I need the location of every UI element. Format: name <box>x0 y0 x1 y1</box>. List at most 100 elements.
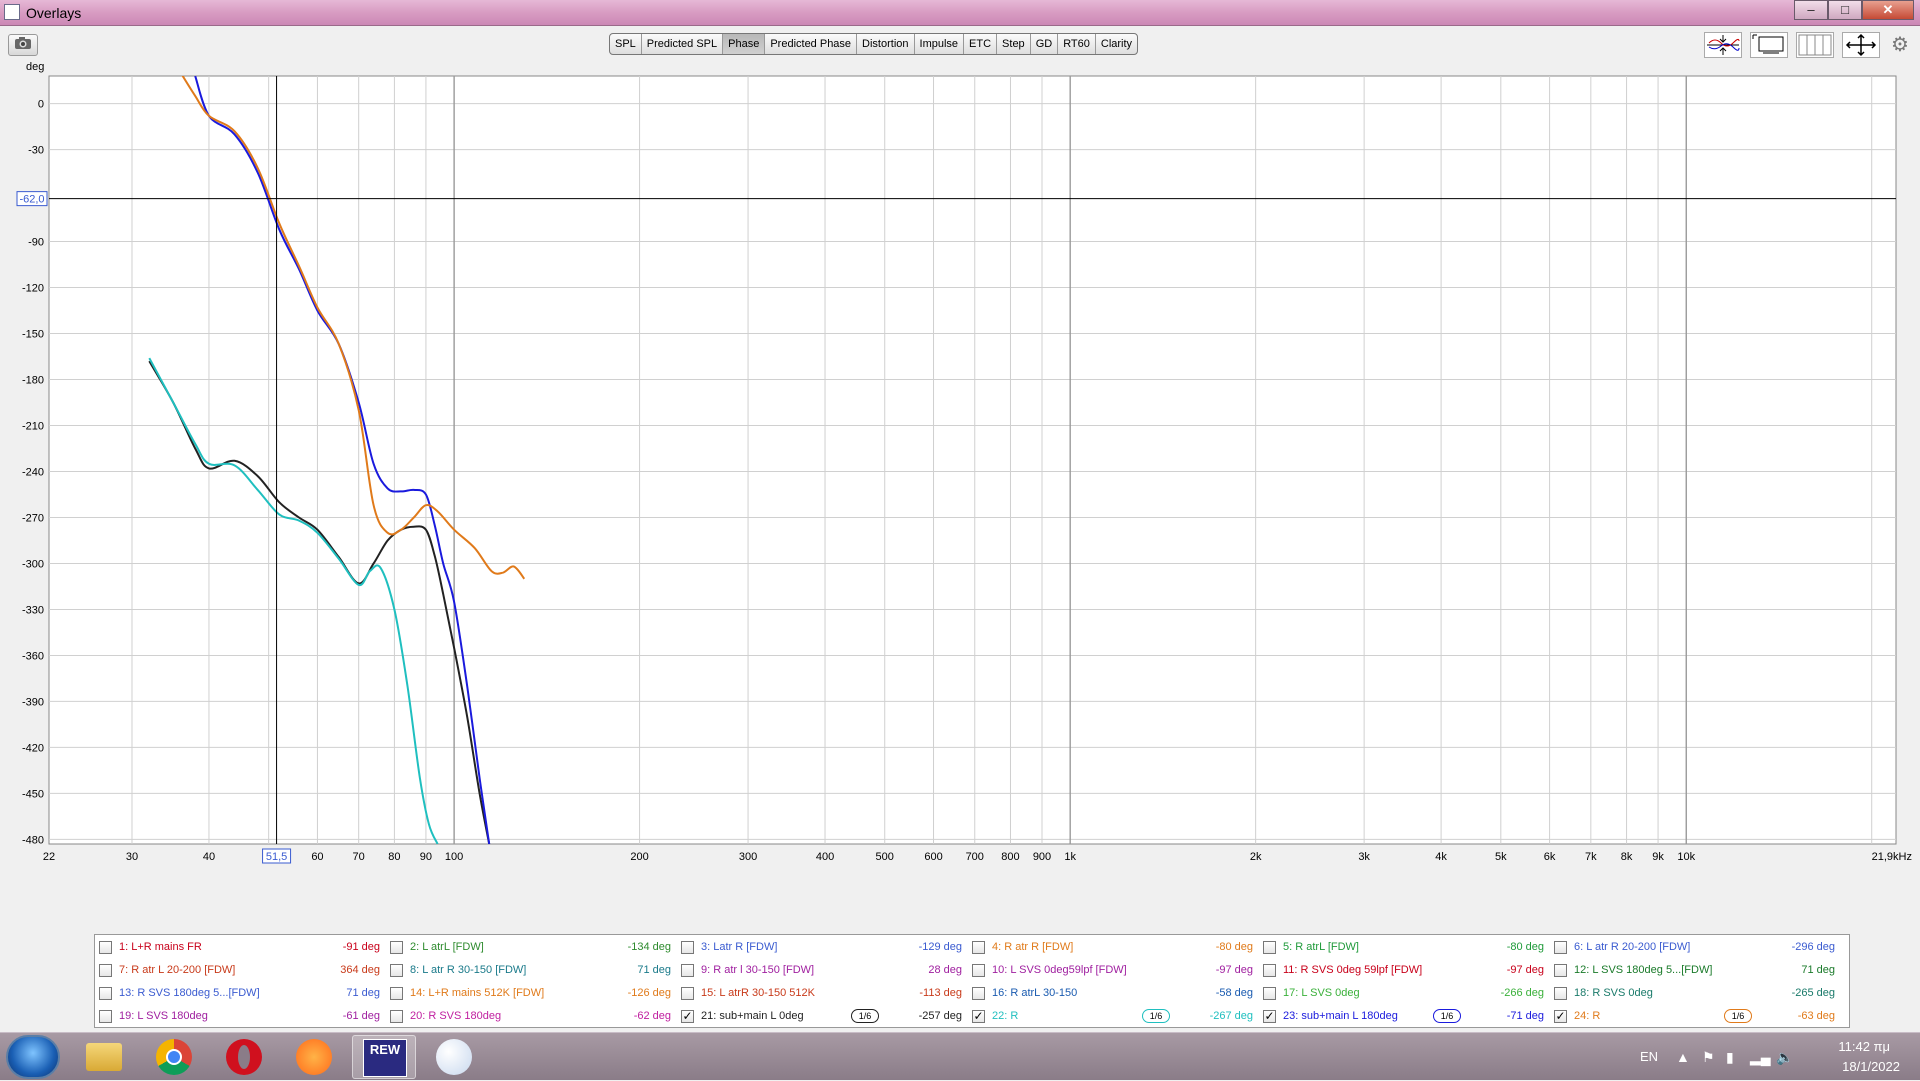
clock-time[interactable]: 11:42 πμ <box>1838 1039 1890 1054</box>
trace-checkbox[interactable] <box>390 987 403 1000</box>
trace-checkbox[interactable]: ✓ <box>681 1010 694 1023</box>
camera-icon[interactable] <box>8 34 38 56</box>
trace-value: 71 deg <box>346 987 380 999</box>
legend-item-24: ✓ 24: R 1/6 -63 deg <box>1550 1006 1841 1028</box>
fit-arrows-icon[interactable] <box>1842 32 1880 58</box>
app-icon <box>4 4 20 20</box>
windows-start-icon[interactable] <box>6 1035 60 1079</box>
tab-gd[interactable]: GD <box>1031 34 1059 54</box>
legend-item-6: 6: L atr R 20-200 [FDW] -296 deg <box>1550 937 1841 959</box>
trace-name: 22: R <box>992 1010 1019 1022</box>
trace-checkbox[interactable] <box>1263 964 1276 977</box>
network-signal-icon[interactable]: ▂▄ <box>1750 1049 1771 1066</box>
tab-distortion[interactable]: Distortion <box>857 34 915 54</box>
x-tick-label: 400 <box>816 851 834 863</box>
paint-icon[interactable] <box>422 1035 486 1079</box>
y-axis: 0 -30 -90 -120 -150 -180 -210 -240 -270 -300 -330 -… <box>22 99 44 847</box>
smoothing-badge[interactable]: 1/6 <box>1142 1009 1170 1023</box>
trace-checkbox[interactable] <box>1263 987 1276 1000</box>
trace-checkbox[interactable] <box>1554 987 1567 1000</box>
action-center-flag-icon[interactable]: ⚑ <box>1702 1049 1715 1066</box>
trace-checkbox[interactable] <box>972 964 985 977</box>
settings-gear-icon[interactable]: ⚙ <box>1888 32 1912 58</box>
trace-checkbox[interactable] <box>1263 941 1276 954</box>
y-axis-unit: deg <box>26 62 44 73</box>
y-tick-label: -360 <box>22 650 44 662</box>
y-tick-label: -450 <box>22 788 44 800</box>
tab-predicted-spl[interactable]: Predicted SPL <box>642 34 724 54</box>
smoothing-badge[interactable]: 1/6 <box>1724 1009 1752 1023</box>
legend-item-10: 10: L SVS 0deg59lpf [FDW] -97 deg <box>968 960 1259 982</box>
file-explorer-icon[interactable] <box>72 1035 136 1079</box>
smoothing-badge[interactable]: 1/6 <box>1433 1009 1461 1023</box>
trace-checkbox[interactable] <box>681 964 694 977</box>
trace-checkbox[interactable] <box>99 1010 112 1023</box>
x-tick-label: 1k <box>1064 851 1076 863</box>
language-indicator[interactable]: EN <box>1640 1049 1658 1064</box>
close-button[interactable]: ✕ <box>1862 0 1914 20</box>
opera-icon[interactable] <box>212 1035 276 1079</box>
plot-area[interactable] <box>48 75 1897 845</box>
trace-checkbox[interactable] <box>390 1010 403 1023</box>
tab-spl[interactable]: SPL <box>610 34 642 54</box>
brave-icon[interactable] <box>282 1035 346 1079</box>
grid-columns-icon[interactable] <box>1796 32 1834 58</box>
chrome-icon[interactable] <box>142 1035 206 1079</box>
power-icon[interactable]: ▮ <box>1726 1049 1734 1066</box>
trace-name: 24: R <box>1574 1010 1601 1022</box>
trace-value: -129 deg <box>918 941 962 953</box>
trace-checkbox[interactable] <box>390 964 403 977</box>
x-tick-label: 5k <box>1495 851 1507 863</box>
trace-name: 14: L+R mains 512K [FDW] <box>410 987 545 999</box>
x-tick-label: 22 <box>43 851 55 863</box>
tab-impulse[interactable]: Impulse <box>915 34 965 54</box>
phase-chart[interactable]: -62,0 51,5 0 -30 -90 -120 -150 -180 -210 -240 -27… <box>0 61 1920 932</box>
trace-checkbox[interactable]: ✓ <box>972 1010 985 1023</box>
y-tick-label: -180 <box>22 375 44 387</box>
graph-window-icon[interactable] <box>1750 32 1788 58</box>
legend-item-14: 14: L+R mains 512K [FDW] -126 deg <box>386 983 677 1005</box>
trace-checkbox[interactable] <box>681 987 694 1000</box>
tab-rt60[interactable]: RT60 <box>1058 34 1096 54</box>
legend-item-17: 17: L SVS 0deg -266 deg <box>1259 983 1550 1005</box>
tab-predicted-phase[interactable]: Predicted Phase <box>765 34 858 54</box>
trace-checkbox[interactable] <box>390 941 403 954</box>
trace-checkbox[interactable] <box>99 987 112 1000</box>
trace-checkbox[interactable] <box>99 941 112 954</box>
tab-clarity[interactable]: Clarity <box>1096 34 1137 54</box>
trace-name: 23: sub+main L 180deg <box>1283 1010 1398 1022</box>
trace-value: 71 deg <box>1801 964 1835 976</box>
volume-icon[interactable]: 🔈 <box>1776 1049 1793 1066</box>
trace-name: 8: L atr R 30-150 [FDW] <box>410 964 527 976</box>
tab-phase[interactable]: Phase <box>723 34 766 54</box>
trace-checkbox[interactable]: ✓ <box>1554 1010 1567 1023</box>
phase-graph[interactable]: -62,0 51,5 0 -30 -90 -120 -150 -180 -210 -240 -27… <box>0 61 1920 932</box>
trace-legend: 1: L+R mains FR -91 deg 2: L atrL [FDW] -13… <box>94 934 1850 1028</box>
trace-value: 71 deg <box>637 964 671 976</box>
trace-checkbox[interactable] <box>1554 964 1567 977</box>
show-hidden-icons-icon[interactable]: ▲ <box>1676 1049 1690 1065</box>
y-tick-label: 0 <box>38 99 44 111</box>
tab-step[interactable]: Step <box>997 34 1031 54</box>
trace-checkbox[interactable] <box>972 941 985 954</box>
trace-name: 13: R SVS 180deg 5...[FDW] <box>119 987 260 999</box>
trace-checkbox[interactable] <box>1554 941 1567 954</box>
trace-checkbox[interactable]: ✓ <box>1263 1010 1276 1023</box>
clock-date[interactable]: 18/1/2022 <box>1842 1059 1900 1074</box>
trace-name: 15: L atrR 30-150 512K <box>701 987 815 999</box>
trace-checkbox[interactable] <box>681 941 694 954</box>
align-traces-icon[interactable] <box>1704 32 1742 58</box>
trace-checkbox[interactable] <box>972 987 985 1000</box>
x-tick-label: 30 <box>126 851 138 863</box>
smoothing-badge[interactable]: 1/6 <box>851 1009 879 1023</box>
tab-etc[interactable]: ETC <box>964 34 998 54</box>
minimize-button[interactable]: – <box>1794 0 1828 20</box>
legend-item-8: 8: L atr R 30-150 [FDW] 71 deg <box>386 960 677 982</box>
maximize-button[interactable]: □ <box>1828 0 1862 20</box>
trace-value: -71 deg <box>1506 1010 1544 1022</box>
x-tick-label: 500 <box>876 851 894 863</box>
trace-name: 5: R atrL [FDW] <box>1283 941 1359 953</box>
trace-checkbox[interactable] <box>99 964 112 977</box>
x-tick-label: 3k <box>1358 851 1370 863</box>
rew-app-icon[interactable]: REW <box>352 1035 416 1079</box>
